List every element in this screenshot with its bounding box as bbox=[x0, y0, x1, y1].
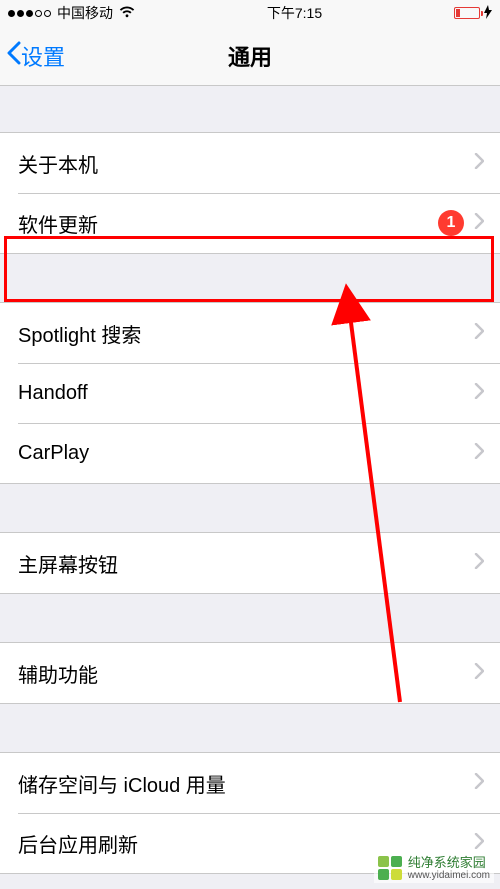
chevron-right-icon bbox=[474, 552, 484, 575]
charging-icon bbox=[484, 5, 492, 22]
chevron-left-icon bbox=[6, 41, 21, 71]
row-handoff[interactable]: Handoff bbox=[0, 363, 500, 423]
clock-label: 下午7:15 bbox=[267, 3, 322, 23]
battery-icon bbox=[454, 7, 480, 19]
signal-strength-icon bbox=[8, 10, 51, 17]
row-label: 储存空间与 iCloud 用量 bbox=[18, 769, 226, 798]
carrier-label: 中国移动 bbox=[57, 3, 113, 23]
chevron-right-icon bbox=[474, 662, 484, 685]
row-home-button[interactable]: 主屏幕按钮 bbox=[0, 533, 500, 593]
wifi-icon bbox=[119, 5, 135, 21]
row-label: 主屏幕按钮 bbox=[18, 549, 118, 578]
row-label: 后台应用刷新 bbox=[18, 829, 138, 858]
row-about[interactable]: 关于本机 bbox=[0, 133, 500, 193]
row-software-update[interactable]: 软件更新 1 bbox=[0, 193, 500, 253]
chevron-right-icon bbox=[474, 442, 484, 465]
settings-group: Spotlight 搜索 Handoff CarPlay bbox=[0, 302, 500, 484]
row-spotlight[interactable]: Spotlight 搜索 bbox=[0, 303, 500, 363]
watermark-text: 纯净系统家园 bbox=[408, 856, 490, 870]
row-label: 关于本机 bbox=[18, 149, 98, 178]
chevron-right-icon bbox=[474, 212, 484, 235]
row-label: 软件更新 bbox=[18, 209, 98, 238]
settings-list: 关于本机 软件更新 1 Spotlight 搜索 bbox=[0, 132, 500, 874]
watermark-logo-icon bbox=[378, 856, 402, 880]
row-accessibility[interactable]: 辅助功能 bbox=[0, 643, 500, 703]
back-label: 设置 bbox=[21, 40, 65, 72]
status-bar: 中国移动 下午7:15 bbox=[0, 0, 500, 26]
chevron-right-icon bbox=[474, 152, 484, 175]
watermark: 纯净系统家园 www.yidaimei.com bbox=[374, 854, 494, 883]
status-left: 中国移动 bbox=[8, 3, 135, 23]
chevron-right-icon bbox=[474, 382, 484, 405]
row-storage-icloud[interactable]: 储存空间与 iCloud 用量 bbox=[0, 753, 500, 813]
chevron-right-icon bbox=[474, 322, 484, 345]
row-carplay[interactable]: CarPlay bbox=[0, 423, 500, 483]
settings-group: 辅助功能 bbox=[0, 642, 500, 704]
row-label: Handoff bbox=[18, 382, 88, 405]
settings-group: 关于本机 软件更新 1 bbox=[0, 132, 500, 254]
navigation-bar: 设置 通用 bbox=[0, 26, 500, 86]
row-label: Spotlight 搜索 bbox=[18, 319, 141, 348]
status-right bbox=[454, 5, 492, 22]
notification-badge: 1 bbox=[438, 210, 464, 236]
back-button[interactable]: 设置 bbox=[0, 26, 65, 85]
chevron-right-icon bbox=[474, 832, 484, 855]
chevron-right-icon bbox=[474, 772, 484, 795]
page-title: 通用 bbox=[228, 40, 272, 72]
watermark-url: www.yidaimei.com bbox=[408, 870, 490, 881]
settings-group: 主屏幕按钮 bbox=[0, 532, 500, 594]
row-label: 辅助功能 bbox=[18, 659, 98, 688]
row-label: CarPlay bbox=[18, 442, 89, 465]
